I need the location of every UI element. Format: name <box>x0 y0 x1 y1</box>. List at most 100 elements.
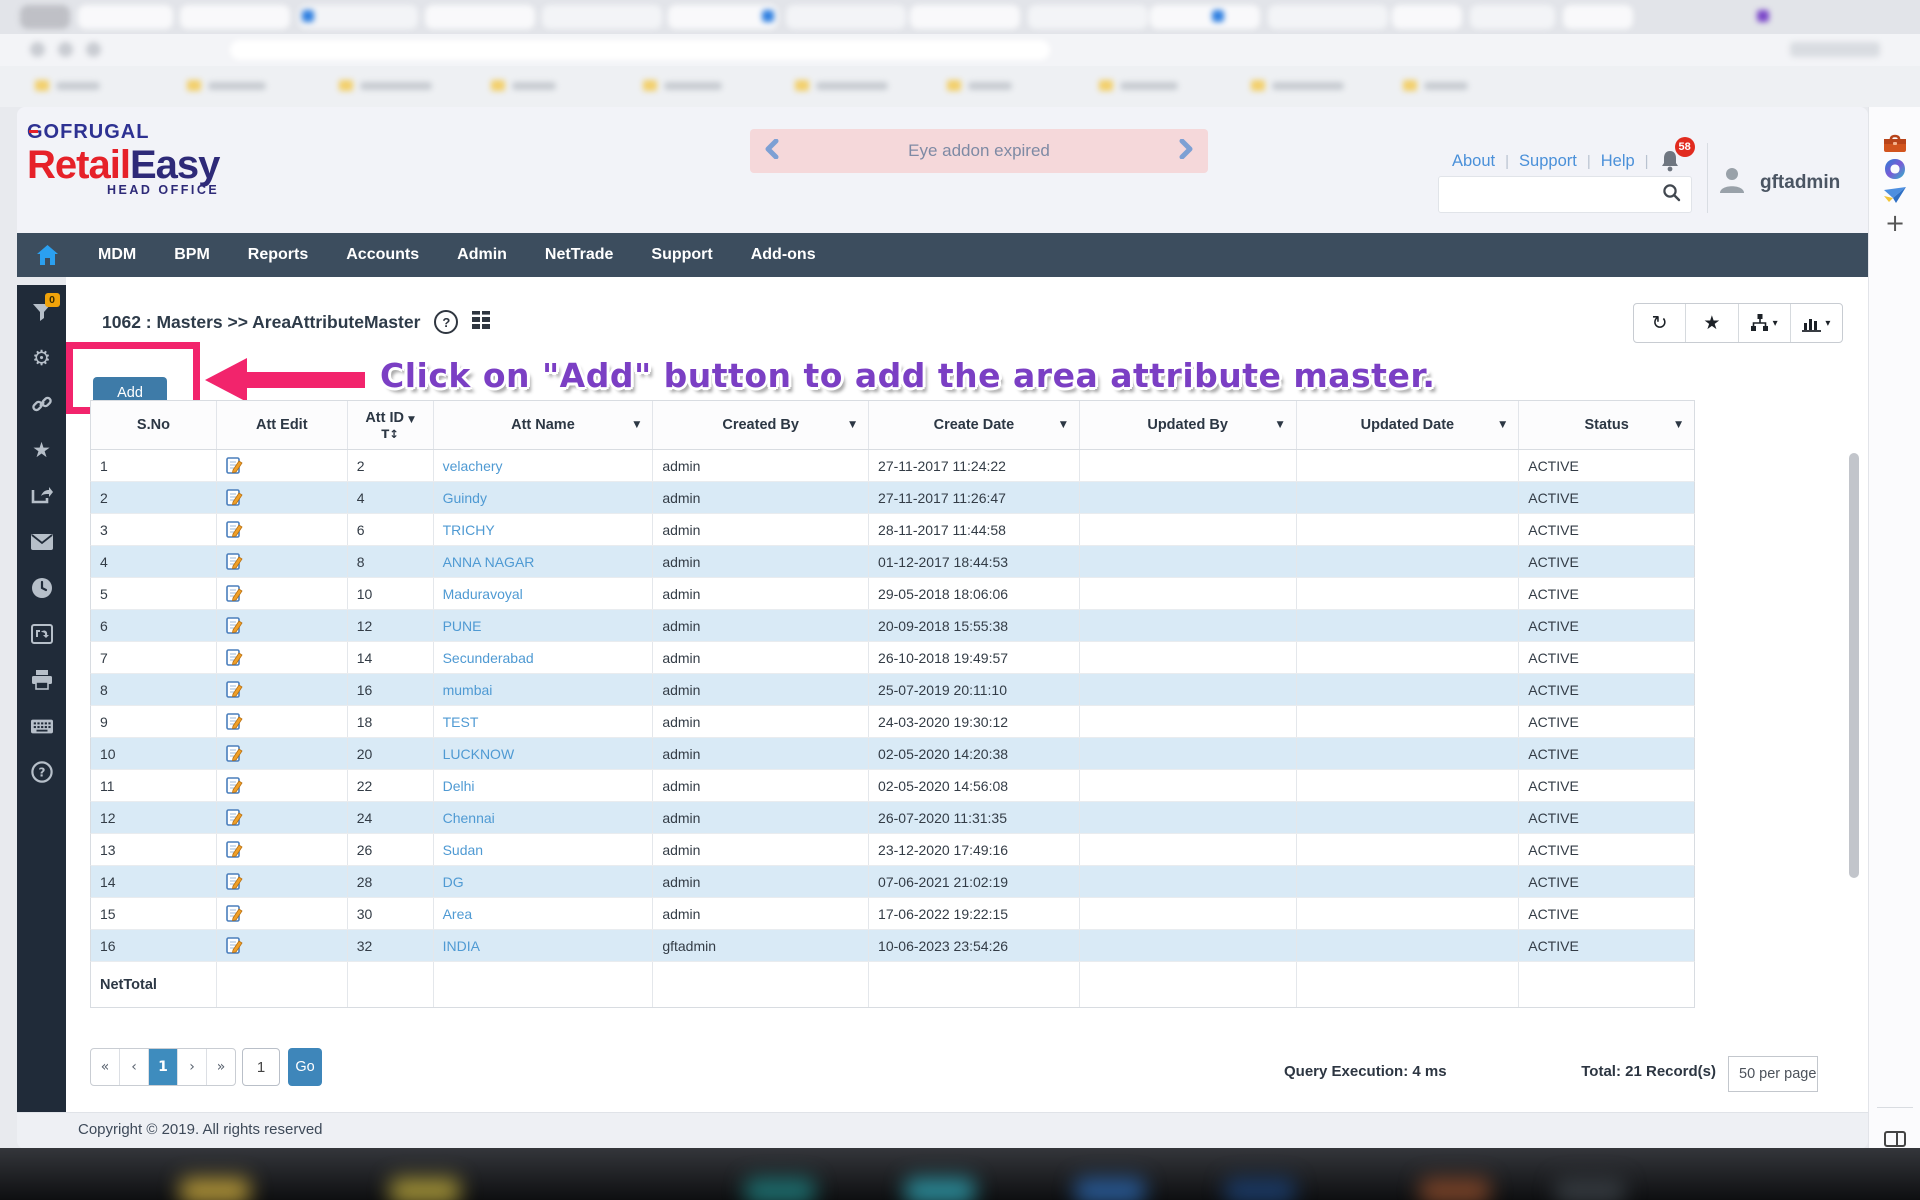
filter-icon[interactable]: 0 <box>31 301 53 323</box>
sort-icon[interactable]: T↕ <box>381 427 398 441</box>
tree-view-button[interactable]: ▾ <box>1738 304 1790 342</box>
att-name-link[interactable]: Maduravoyal <box>443 586 523 602</box>
edit-icon[interactable] <box>226 585 243 602</box>
nav-item-addons[interactable]: Add-ons <box>751 246 816 264</box>
caret-down-icon[interactable]: ▼ <box>1499 420 1506 430</box>
caret-down-icon[interactable]: ▼ <box>849 420 856 430</box>
att-name-link[interactable]: TEST <box>443 714 479 730</box>
about-link[interactable]: About <box>1452 152 1495 171</box>
att-name-link[interactable]: Delhi <box>443 778 475 794</box>
col-header-status[interactable]: Status▼ <box>1518 401 1694 449</box>
scrollbar-thumb[interactable] <box>1849 453 1859 878</box>
col-header-create-date[interactable]: Create Date▼ <box>868 401 1079 449</box>
next-page-button[interactable]: › <box>177 1049 206 1085</box>
edit-icon[interactable] <box>226 873 243 890</box>
window-refresh-icon[interactable] <box>31 623 53 645</box>
edit-icon[interactable] <box>226 553 243 570</box>
col-header-sno[interactable]: S.No <box>91 401 216 449</box>
notification-bell-icon[interactable]: 58 <box>1659 149 1683 173</box>
edit-icon[interactable] <box>226 841 243 858</box>
table-row: 3 6 TRICHY admin 28-11-2017 11:44:58 ACT… <box>90 514 1695 546</box>
col-header-created-by[interactable]: Created By▼ <box>652 401 868 449</box>
toolbox-icon[interactable] <box>1883 131 1907 155</box>
keyboard-icon[interactable] <box>31 715 53 737</box>
support-link[interactable]: Support <box>1519 152 1577 171</box>
per-page-select[interactable]: 50 per page <box>1728 1056 1818 1092</box>
goto-page-input[interactable] <box>242 1048 280 1086</box>
edit-icon[interactable] <box>226 777 243 794</box>
favorites-star-icon[interactable]: ★ <box>31 439 53 461</box>
col-header-att-edit[interactable]: Att Edit <box>216 401 347 449</box>
go-button[interactable]: Go <box>288 1048 322 1086</box>
copilot-icon[interactable] <box>1883 157 1907 181</box>
table-row: 13 26 Sudan admin 23-12-2020 17:49:16 AC… <box>90 834 1695 866</box>
link-icon[interactable] <box>31 393 53 415</box>
prev-page-button[interactable]: ‹ <box>119 1049 148 1085</box>
edit-icon[interactable] <box>226 745 243 762</box>
caret-down-icon[interactable]: ▼ <box>1675 420 1682 430</box>
att-name-link[interactable]: LUCKNOW <box>443 746 515 762</box>
edit-icon[interactable] <box>226 617 243 634</box>
page-help-icon[interactable]: ? <box>434 310 458 334</box>
gear-icon[interactable]: ⚙ <box>31 347 53 369</box>
grid-icon[interactable] <box>472 311 490 334</box>
nav-item-nettrade[interactable]: NetTrade <box>545 246 613 264</box>
chevron-right-icon[interactable] <box>1178 139 1194 164</box>
nav-item-accounts[interactable]: Accounts <box>346 246 419 264</box>
printer-icon[interactable] <box>31 669 53 691</box>
current-page-button[interactable]: 1 <box>148 1049 177 1085</box>
home-icon[interactable] <box>35 243 60 267</box>
att-name-link[interactable]: ANNA NAGAR <box>443 554 535 570</box>
edit-icon[interactable] <box>226 521 243 538</box>
att-name-link[interactable]: Chennai <box>443 810 495 826</box>
edit-icon[interactable] <box>226 649 243 666</box>
help-link[interactable]: Help <box>1601 152 1635 171</box>
status-value: ACTIVE <box>1528 554 1579 570</box>
export-icon[interactable] <box>31 485 53 507</box>
att-name-link[interactable]: INDIA <box>443 938 480 954</box>
mail-icon[interactable] <box>31 531 53 553</box>
last-page-button[interactable]: » <box>206 1049 235 1085</box>
nav-item-reports[interactable]: Reports <box>248 246 308 264</box>
edit-icon[interactable] <box>226 713 243 730</box>
att-name-link[interactable]: mumbai <box>443 682 493 698</box>
nav-item-bpm[interactable]: BPM <box>174 246 210 264</box>
nav-item-admin[interactable]: Admin <box>457 246 507 264</box>
att-name-link[interactable]: velachery <box>443 458 503 474</box>
att-name-link[interactable]: Secunderabad <box>443 650 534 666</box>
att-name-link[interactable]: PUNE <box>443 618 482 634</box>
att-name-link[interactable]: DG <box>443 874 464 890</box>
att-name-link[interactable]: Area <box>443 906 473 922</box>
edit-icon[interactable] <box>226 809 243 826</box>
col-header-updated-by[interactable]: Updated By▼ <box>1079 401 1296 449</box>
clock-icon[interactable] <box>31 577 53 599</box>
help-icon[interactable]: ? <box>31 761 53 783</box>
edit-icon[interactable] <box>226 489 243 506</box>
send-icon[interactable] <box>1883 183 1907 207</box>
favorite-button[interactable]: ★ <box>1685 304 1737 342</box>
refresh-button[interactable]: ↻ <box>1634 304 1685 342</box>
plus-icon[interactable]: + <box>1883 211 1907 235</box>
search-icon[interactable] <box>1662 183 1681 207</box>
first-page-button[interactable]: « <box>91 1049 119 1085</box>
chart-view-button[interactable]: ▾ <box>1790 304 1842 342</box>
search-input[interactable] <box>1447 180 1662 210</box>
edit-icon[interactable] <box>226 905 243 922</box>
att-name-link[interactable]: Guindy <box>443 490 487 506</box>
view-toolbar: ↻ ★ ▾ ▾ <box>1633 303 1843 343</box>
col-header-att-id[interactable]: Att ID ▼ T↕ <box>347 401 433 449</box>
edit-icon[interactable] <box>226 681 243 698</box>
edit-icon[interactable] <box>226 937 243 954</box>
col-header-att-name[interactable]: Att Name▼ <box>433 401 653 449</box>
att-name-link[interactable]: TRICHY <box>443 522 495 538</box>
col-header-updated-date[interactable]: Updated Date▼ <box>1296 401 1519 449</box>
user-menu[interactable]: gftadmin <box>1718 165 1840 200</box>
caret-down-icon[interactable]: ▼ <box>1060 420 1067 430</box>
caret-down-icon[interactable]: ▼ <box>1277 420 1284 430</box>
att-name-link[interactable]: Sudan <box>443 842 483 858</box>
nav-item-mdm[interactable]: MDM <box>98 246 136 264</box>
nav-item-support[interactable]: Support <box>651 246 712 264</box>
caret-down-icon[interactable]: ▼ <box>633 420 640 430</box>
chevron-left-icon[interactable] <box>764 139 780 164</box>
edit-icon[interactable] <box>226 457 243 474</box>
